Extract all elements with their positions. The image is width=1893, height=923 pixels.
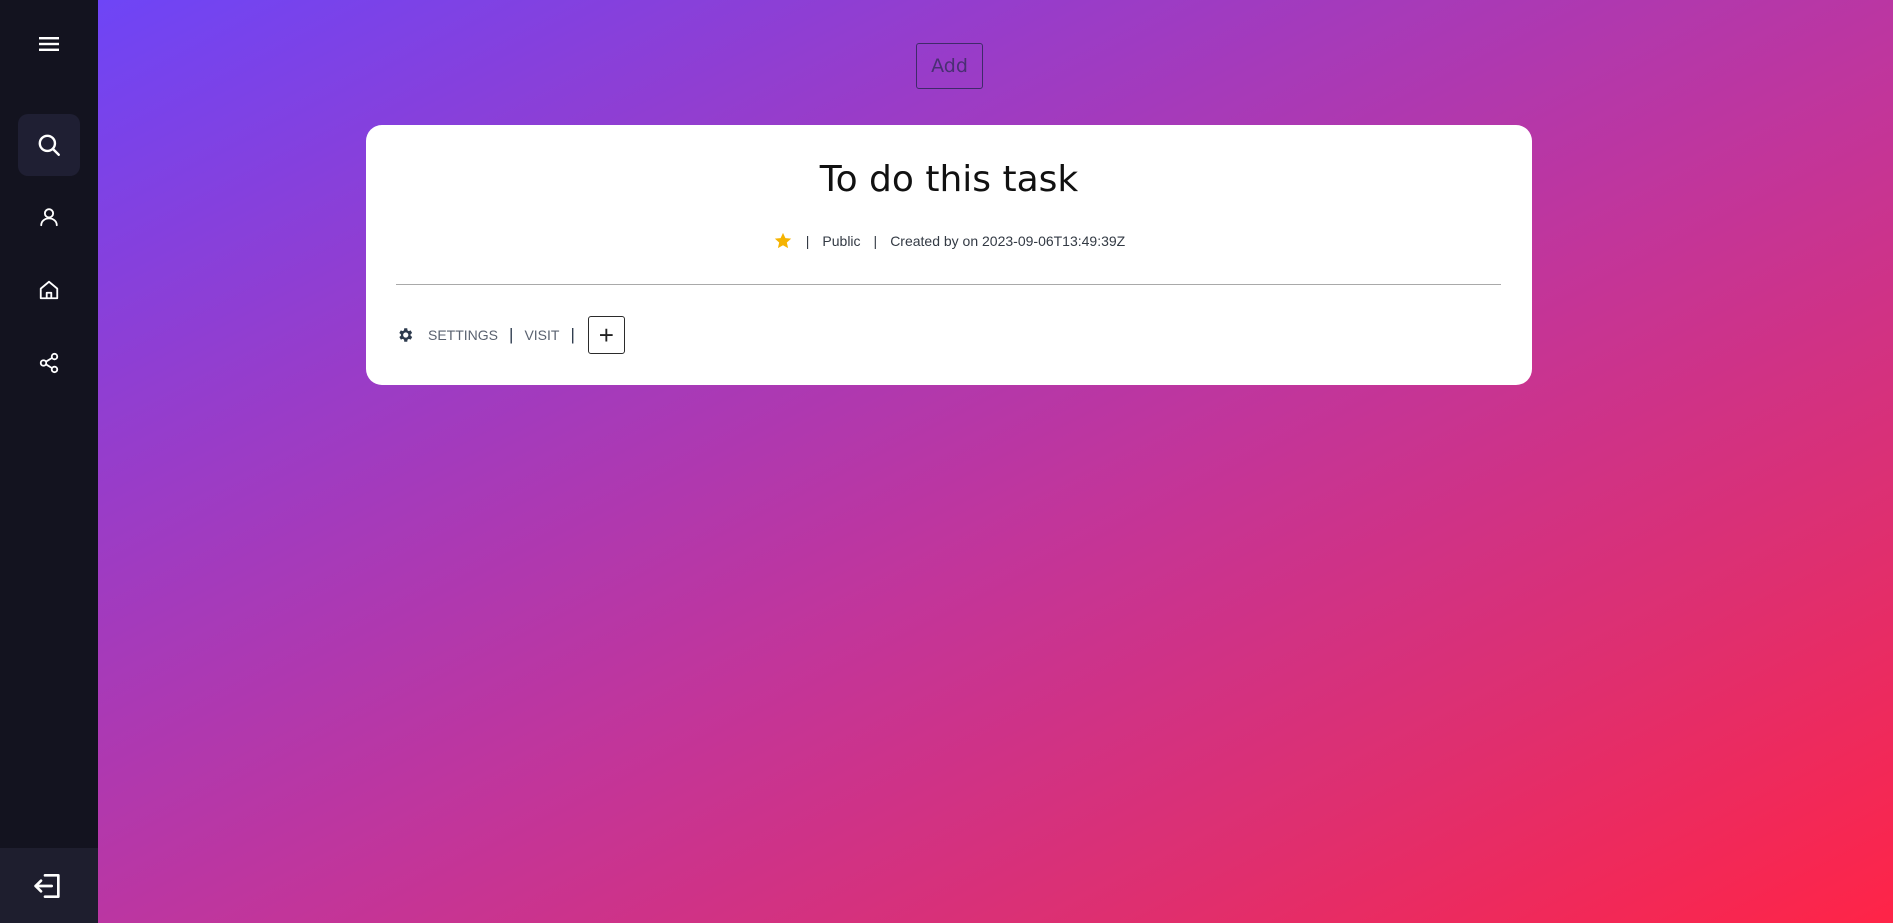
visibility-label: Public — [822, 233, 861, 249]
logout-button[interactable] — [0, 848, 98, 923]
visit-link[interactable]: VISIT — [524, 327, 559, 343]
star-icon[interactable] — [773, 231, 793, 251]
sidebar-item-share[interactable] — [18, 332, 80, 394]
task-card: To do this task | Public | Created by on… — [366, 125, 1532, 385]
task-meta: | Public | Created by on 2023-09-06T13:4… — [366, 231, 1532, 251]
meta-separator: | — [805, 233, 810, 249]
card-divider — [396, 284, 1501, 285]
sidebar-item-home[interactable] — [18, 259, 80, 321]
plus-icon: + — [598, 319, 614, 350]
task-actions: SETTINGS | VISIT | + — [396, 316, 625, 354]
add-subtask-button[interactable]: + — [587, 316, 625, 354]
meta-separator: | — [873, 233, 878, 249]
menu-button[interactable] — [18, 14, 80, 74]
created-info: Created by on 2023-09-06T13:49:39Z — [890, 233, 1126, 249]
task-title: To do this task — [819, 159, 1079, 200]
share-icon — [39, 352, 59, 374]
user-icon — [40, 208, 58, 227]
gear-icon[interactable] — [396, 326, 414, 344]
sidebar-item-profile[interactable] — [18, 186, 80, 248]
main-content: Add To do this task | Public | Created b… — [98, 0, 1893, 923]
add-button[interactable]: Add — [916, 43, 983, 89]
home-icon — [39, 280, 59, 300]
settings-link[interactable]: SETTINGS — [428, 327, 498, 343]
logout-icon — [34, 873, 60, 898]
search-icon — [38, 134, 60, 156]
sidebar — [0, 0, 98, 923]
action-separator: | — [570, 325, 575, 344]
menu-icon — [39, 37, 59, 51]
sidebar-item-search[interactable] — [18, 114, 80, 176]
action-separator: | — [509, 325, 514, 344]
